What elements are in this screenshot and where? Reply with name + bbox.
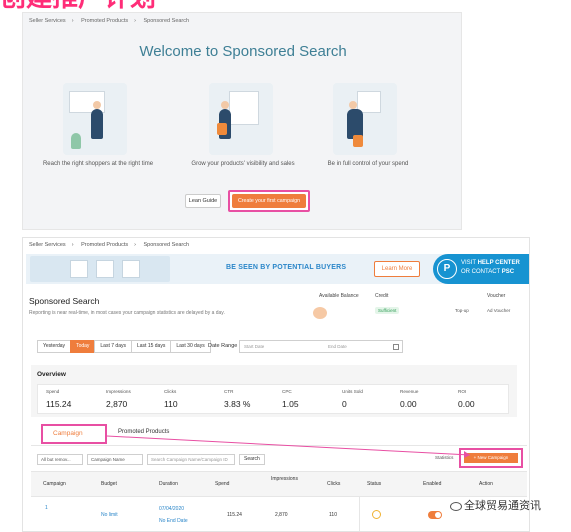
annotation-arrow	[106, 435, 471, 458]
watermark: 全球贸易通资讯	[450, 497, 570, 517]
wechat-icon	[450, 501, 462, 511]
